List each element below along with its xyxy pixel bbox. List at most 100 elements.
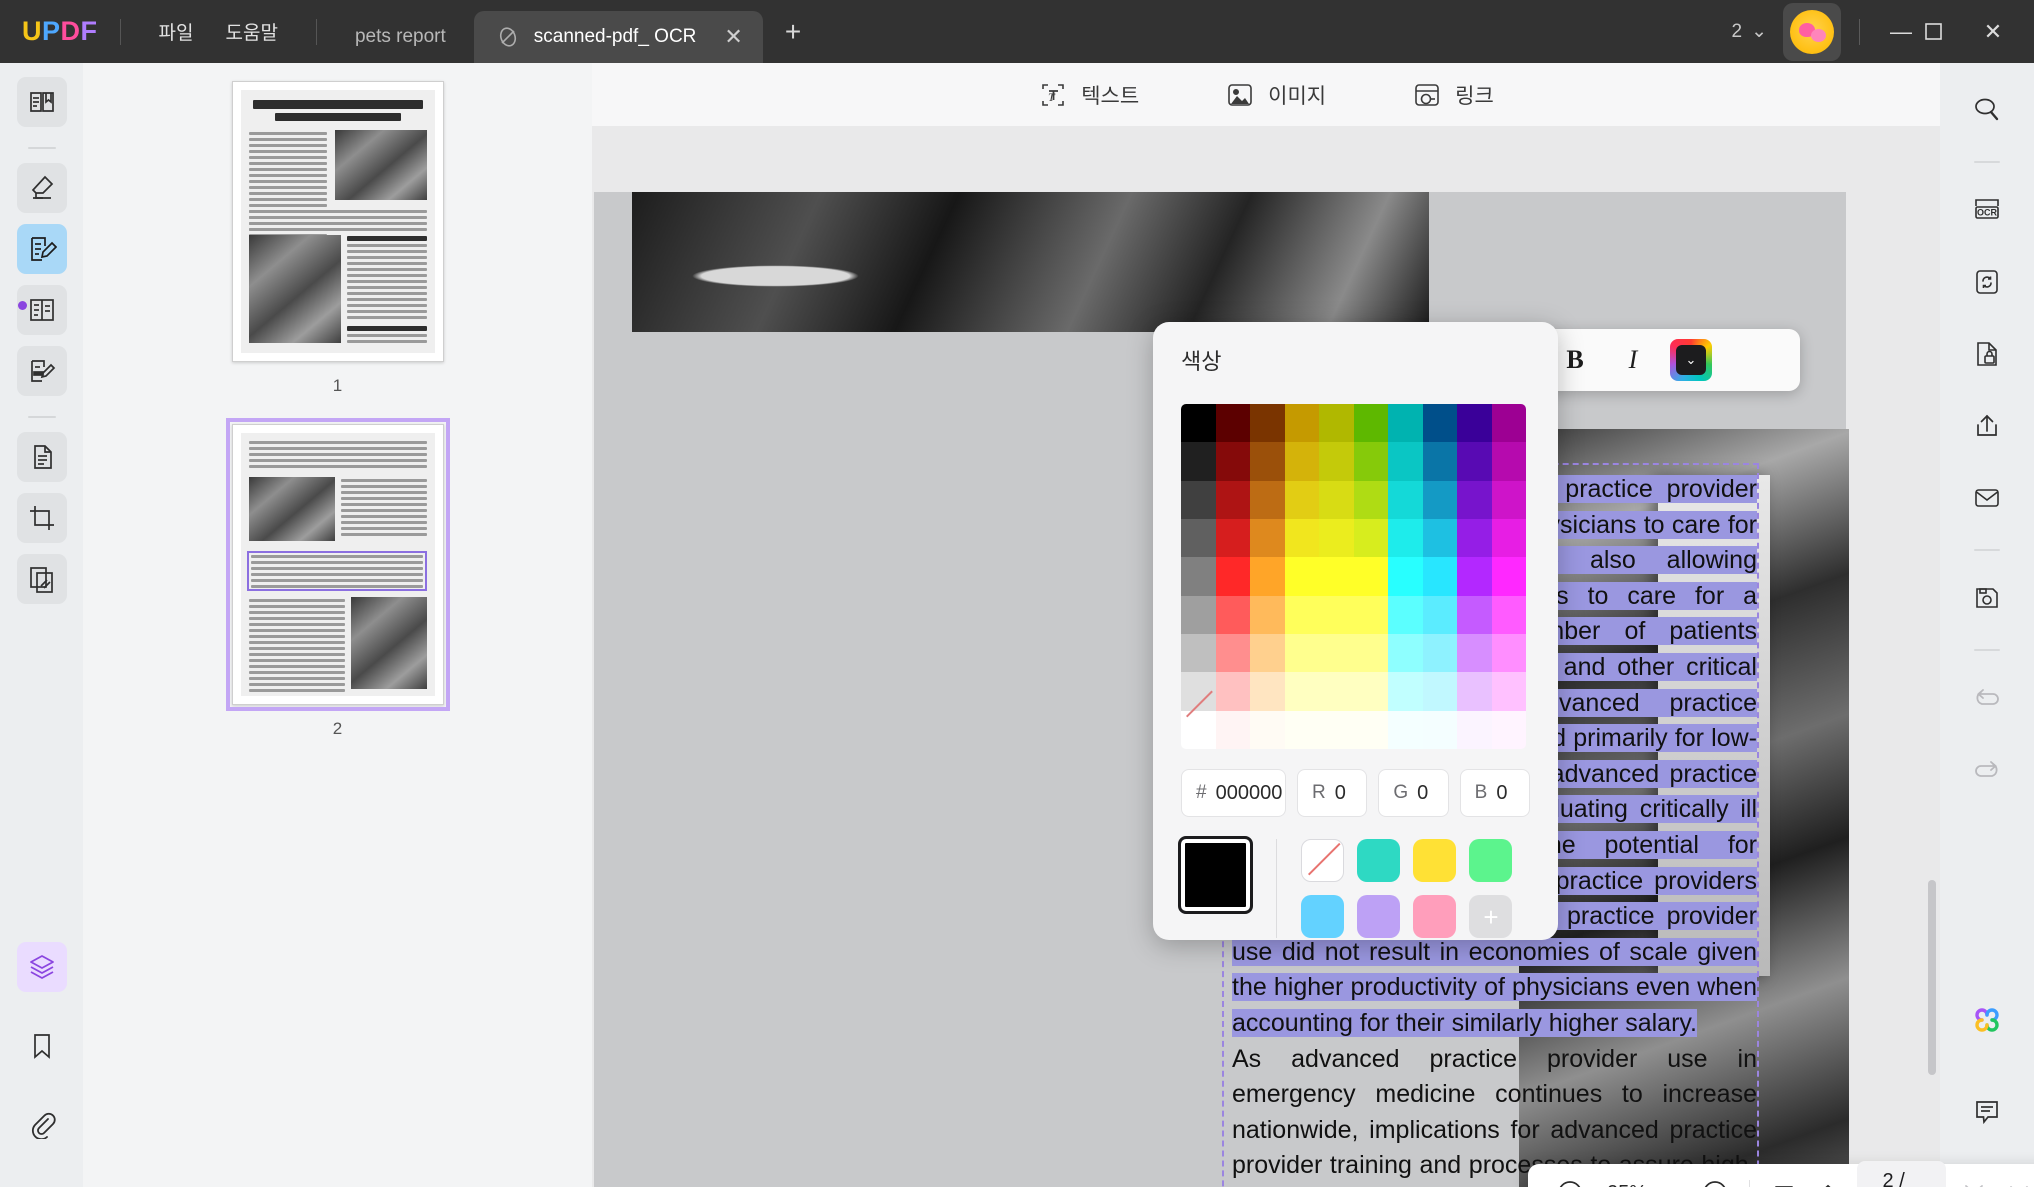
color-cell[interactable] — [1215, 633, 1250, 673]
color-cell[interactable] — [1215, 480, 1250, 519]
color-cell[interactable] — [1353, 442, 1388, 481]
color-cell[interactable] — [1284, 633, 1319, 673]
color-cell[interactable] — [1388, 710, 1423, 749]
color-cell[interactable] — [1215, 595, 1250, 634]
color-cell[interactable] — [1388, 595, 1423, 634]
sidebar-reader-icon[interactable] — [16, 77, 67, 127]
ocr-icon[interactable]: OCR — [1962, 185, 2012, 235]
color-cell[interactable] — [1250, 633, 1285, 673]
color-cell[interactable] — [1319, 480, 1354, 519]
color-cell[interactable] — [1353, 557, 1388, 596]
color-cell[interactable] — [1491, 633, 1526, 673]
green-field[interactable]: G 0 — [1378, 769, 1449, 817]
color-cell[interactable] — [1491, 595, 1526, 634]
color-cell-none[interactable] — [1181, 710, 1216, 749]
zoom-out-button[interactable] — [1548, 1179, 1592, 1187]
blue-field[interactable]: B 0 — [1459, 769, 1530, 817]
color-cell[interactable] — [1284, 442, 1319, 481]
color-cell[interactable] — [1388, 404, 1423, 443]
color-cell[interactable] — [1181, 442, 1216, 481]
next-page-icon[interactable] — [1952, 1180, 1996, 1187]
color-cell[interactable] — [1422, 672, 1457, 711]
color-cell[interactable] — [1422, 710, 1457, 749]
sidebar-compare-icon[interactable] — [16, 554, 67, 604]
sidebar-annotate-icon[interactable] — [16, 346, 67, 396]
color-cell[interactable] — [1319, 633, 1354, 673]
color-cell[interactable] — [1457, 518, 1492, 558]
last-page-icon[interactable] — [1996, 1180, 2034, 1187]
edit-tool-link[interactable]: 링크 — [1412, 80, 1494, 110]
comment-icon[interactable] — [1962, 1087, 2012, 1137]
menu-file[interactable]: 파일 — [143, 12, 210, 51]
color-cell[interactable] — [1215, 404, 1250, 443]
color-cell[interactable] — [1284, 404, 1319, 443]
color-cell[interactable] — [1457, 672, 1492, 711]
color-cell[interactable] — [1422, 404, 1457, 443]
color-cell[interactable] — [1250, 672, 1285, 711]
text-color-button[interactable]: ⌄ — [1670, 339, 1712, 381]
recent-swatches[interactable]: + — [1301, 839, 1530, 938]
convert-icon[interactable] — [1962, 257, 2012, 307]
prev-page-icon[interactable] — [1806, 1180, 1850, 1187]
color-cell[interactable] — [1353, 404, 1388, 443]
color-cell[interactable] — [1353, 710, 1388, 749]
color-cell[interactable] — [1491, 557, 1526, 596]
account-button[interactable] — [1783, 2, 1841, 61]
color-cell[interactable] — [1457, 404, 1492, 443]
color-cell[interactable] — [1250, 480, 1285, 519]
save-icon[interactable] — [1962, 573, 2012, 623]
document-count-dropdown[interactable]: 2 ⌄ — [1732, 20, 1768, 43]
close-icon[interactable]: ✕ — [724, 26, 742, 48]
thumbnail-panel[interactable]: 1 2 — [83, 63, 592, 1187]
color-cell[interactable] — [1353, 518, 1388, 558]
add-color-button[interactable]: + — [1469, 895, 1513, 938]
swatch-none[interactable] — [1301, 839, 1345, 882]
sidebar-bookmark-icon[interactable] — [17, 1021, 67, 1071]
color-cell[interactable] — [1284, 480, 1319, 519]
sidebar-form-icon[interactable] — [16, 285, 67, 335]
swatch-lightblue[interactable] — [1301, 895, 1345, 938]
color-cell[interactable] — [1457, 710, 1492, 749]
thumbnail-item-1[interactable]: 1 — [83, 81, 592, 424]
protect-icon[interactable] — [1962, 329, 2012, 379]
color-cell[interactable] — [1388, 557, 1423, 596]
edit-tool-image[interactable]: 이미지 — [1225, 80, 1326, 110]
color-cell[interactable] — [1353, 595, 1388, 634]
color-cell[interactable] — [1388, 442, 1423, 481]
color-cell[interactable] — [1181, 595, 1216, 634]
color-cell[interactable] — [1491, 480, 1526, 519]
page-indicator[interactable]: 2 / 2 — [1856, 1161, 1947, 1187]
color-cell[interactable] — [1353, 480, 1388, 519]
color-cell[interactable] — [1250, 442, 1285, 481]
share-icon[interactable] — [1962, 401, 2012, 451]
menu-help[interactable]: 도움말 — [209, 12, 293, 51]
swatch-pink[interactable] — [1413, 895, 1457, 938]
color-cell[interactable] — [1250, 595, 1285, 634]
page-thumbnail[interactable] — [231, 81, 444, 362]
color-cell[interactable] — [1388, 480, 1423, 519]
color-cell[interactable] — [1422, 633, 1457, 673]
color-cell[interactable] — [1181, 633, 1216, 673]
maximize-button[interactable] — [1924, 22, 1970, 41]
color-cell[interactable] — [1457, 557, 1492, 596]
color-cell[interactable] — [1250, 404, 1285, 443]
color-cell[interactable] — [1388, 672, 1423, 711]
color-cell[interactable] — [1284, 595, 1319, 634]
color-cell[interactable] — [1457, 480, 1492, 519]
color-cell[interactable] — [1284, 672, 1319, 711]
tab-pets-report[interactable]: pets report — [327, 11, 474, 63]
color-cell[interactable] — [1215, 442, 1250, 481]
color-cell[interactable] — [1491, 672, 1526, 711]
email-icon[interactable] — [1962, 473, 2012, 523]
search-icon[interactable] — [1962, 85, 2012, 135]
ai-assistant-icon[interactable] — [1962, 995, 2012, 1045]
color-cell[interactable] — [1491, 404, 1526, 443]
swatch-teal[interactable] — [1357, 839, 1401, 882]
color-cell[interactable] — [1250, 710, 1285, 749]
sidebar-highlight-icon[interactable] — [16, 163, 67, 213]
color-cell[interactable] — [1422, 442, 1457, 481]
color-cell[interactable] — [1422, 595, 1457, 634]
color-cell[interactable] — [1353, 633, 1388, 673]
color-cell[interactable] — [1457, 442, 1492, 481]
color-cell[interactable] — [1491, 710, 1526, 749]
